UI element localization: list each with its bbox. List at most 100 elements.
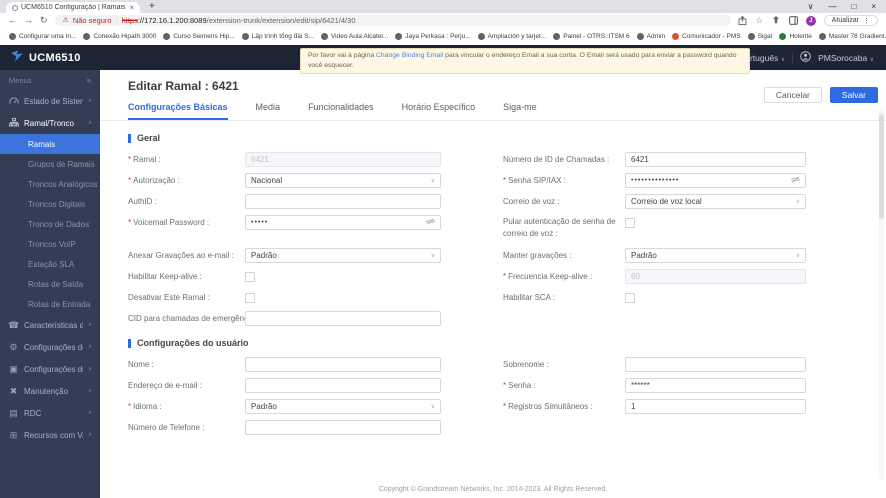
page-tab[interactable]: Media [256, 102, 281, 120]
forward-icon[interactable]: → [24, 16, 33, 25]
required-marker: * [128, 155, 132, 164]
eye-slash-icon[interactable] [425, 218, 436, 227]
profile-avatar[interactable]: J [805, 15, 816, 26]
sidebar-group-icon: ⊞ [9, 429, 18, 440]
habilitar-sca-checkbox[interactable] [625, 292, 635, 303]
change-binding-email-link[interactable]: Change Binding Email [376, 52, 443, 59]
bookmark-item[interactable]: Ampliación y tarjet... [477, 33, 546, 40]
voicemail-password-input[interactable]: ••••• [245, 215, 441, 230]
bookmark-favicon [9, 33, 16, 40]
bookmark-star-icon[interactable]: ☆ [755, 16, 764, 25]
bookmark-favicon [83, 33, 91, 40]
required-marker: * [128, 218, 132, 227]
bookmark-item[interactable]: Lập trình tổng đài S... [241, 33, 314, 40]
page-url[interactable]: https://172.16.1.200:8089/extension-trun… [122, 16, 356, 25]
share-icon[interactable] [738, 16, 747, 25]
sidebar-group-item[interactable]: ⊞ Recursos com Valo... ∨ [0, 424, 100, 446]
back-icon[interactable]: ← [8, 16, 17, 25]
chrome-update-button[interactable]: Atualizar ⋮ [823, 15, 878, 26]
bookmark-item[interactable]: Video Aula Alcatel... [320, 33, 388, 40]
sidebar-submenu-item[interactable]: Rotas de Saída [0, 274, 100, 294]
bookmarks-bar: Configurar uma In... Conexão Hipath 3000… [0, 28, 886, 45]
row-authid: AuthID : Correio de voz : Correio de voz… [128, 194, 886, 209]
bookmark-item[interactable]: Conexão Hipath 3000 [83, 33, 156, 40]
row-idioma-registros: * Idioma : Padrão ∨ * Registros Simultâneos… [128, 399, 886, 414]
pular-autenticacao-checkbox[interactable] [625, 217, 635, 228]
telefone-input[interactable] [245, 420, 441, 435]
sidebar-submenu-item[interactable]: Troncos Analógicos [0, 174, 100, 194]
sidebar-groups: ☎ Características de C... ∨ ⚙ Configuraç… [0, 314, 100, 446]
sidebar-submenu-item[interactable]: Estação SLA [0, 254, 100, 274]
senha-sip-input[interactable]: •••••••••••••• [625, 173, 806, 188]
not-secure-label[interactable]: Não seguro [73, 16, 112, 25]
bookmark-item[interactable]: Comunicador - PMS [672, 33, 741, 40]
bookmark-item[interactable]: Sigat [747, 33, 772, 40]
sidebar-group-item[interactable]: ▤ RDC ∨ [0, 402, 100, 424]
bookmark-item[interactable]: Jaya Perkasa : Perju... [395, 33, 471, 40]
bookmark-item[interactable]: Holerite [779, 33, 812, 40]
habilitar-keepalive-checkbox[interactable] [245, 271, 255, 282]
sobrenome-input[interactable] [625, 357, 806, 372]
tab-search-icon[interactable]: ∨ [808, 2, 814, 11]
bookmark-item[interactable]: Painel - OTRS::ITSM 6 [553, 33, 630, 40]
sidebar-group-item[interactable]: ⚙ Configurações do P... ∨ [0, 336, 100, 358]
reload-icon[interactable]: ↻ [40, 16, 48, 25]
sidebar-group-item[interactable]: ☎ Características de C... ∨ [0, 314, 100, 336]
user-menu[interactable]: PMSorocaba ∨ [818, 53, 874, 63]
authid-input[interactable] [245, 194, 441, 209]
bookmark-item[interactable]: Configurar uma In... [9, 33, 76, 40]
minimize-icon[interactable]: — [828, 2, 836, 11]
bookmark-label: Conexão Hipath 3000 [93, 33, 157, 40]
correio-voz-select[interactable]: Correio de voz local ∨ [625, 194, 806, 209]
idioma-label: Idioma : [133, 402, 162, 411]
binding-email-notice: Por favor vai à página Change Binding Em… [300, 48, 750, 75]
sidebar-submenu-item[interactable]: Ramais [0, 134, 100, 154]
bookmark-item[interactable]: Master 78 Gradient... [818, 33, 886, 40]
sidebar-submenu-item[interactable]: Troncos VoIP [0, 234, 100, 254]
sidebar-submenu-item[interactable]: Grupos de Ramais [0, 154, 100, 174]
row-anexar-manter: Anexar Gravações ao e-mail : Padrão ∨ Man… [128, 248, 886, 263]
maximize-icon[interactable]: □ [851, 2, 856, 11]
bookmark-item[interactable]: Curso Siemens Hip... [163, 33, 235, 40]
chevron-down-icon: ∨ [87, 388, 92, 394]
senha-input[interactable] [625, 378, 806, 393]
tab-close-icon[interactable]: × [129, 3, 134, 12]
numero-id-chamadas-input[interactable] [625, 152, 806, 167]
collapse-menu-icon[interactable]: ≡ [87, 76, 91, 85]
url-scheme: https [121, 16, 138, 25]
scrollbar-thumb[interactable] [879, 114, 884, 219]
desativar-ramal-checkbox[interactable] [245, 292, 255, 303]
sidebar-group-item[interactable]: ✖ Manutenção ∨ [0, 380, 100, 402]
email-label: Endereço de e-mail : [128, 381, 202, 390]
cid-emergencia-input[interactable] [245, 311, 441, 326]
registros-simultaneos-input[interactable] [625, 399, 806, 414]
sidebar-submenu-item[interactable]: Rotas de Entrada [0, 294, 100, 314]
bookmark-item[interactable]: Admin [636, 33, 665, 40]
new-tab-button[interactable]: + [149, 1, 155, 12]
email-input[interactable] [245, 378, 441, 393]
manter-gravacoes-select[interactable]: Padrão ∨ [625, 248, 806, 263]
sidebar-group-item[interactable]: ▣ Configurações do S... ∨ [0, 358, 100, 380]
cancel-button[interactable]: Cancelar [763, 87, 822, 103]
page-tab[interactable]: Siga-me [503, 102, 537, 120]
idioma-select[interactable]: Padrão ∨ [245, 399, 441, 414]
nome-input[interactable] [245, 357, 441, 372]
sidebar-item-ramal-tronco[interactable]: Ramal/Tronco ∧ [0, 112, 100, 134]
sidebar-submenu-item[interactable]: Troncos Digitais [0, 194, 100, 214]
anexar-gravacoes-select[interactable]: Padrão ∨ [245, 248, 441, 263]
autorizacao-select[interactable]: Nacional ∨ [245, 173, 441, 188]
close-icon[interactable]: × [871, 2, 876, 11]
page-tab[interactable]: Funcionalidades [308, 102, 374, 120]
sidebar-group-icon: ▣ [9, 363, 18, 374]
sidebar-item-estado-de-sistema[interactable]: Estado de Sistema ∨ [0, 90, 100, 112]
browser-tab[interactable]: UCM6510 Configuração | Ramais × [6, 2, 140, 13]
sidebar-submenu-item[interactable]: Tronco de Dados [0, 214, 100, 234]
page-tab[interactable]: Horário Específico [402, 102, 476, 120]
page-tab[interactable]: Configurações Básicas [128, 102, 228, 120]
pinned-extension-icon[interactable] [772, 16, 781, 25]
omnibox[interactable]: ⚠ Não seguro | https://172.16.1.200:8089… [54, 15, 731, 26]
save-button[interactable]: Salvar [829, 87, 878, 103]
eye-slash-icon[interactable] [790, 176, 801, 185]
side-panel-icon[interactable] [789, 16, 798, 25]
bookmark-favicon [477, 33, 485, 40]
